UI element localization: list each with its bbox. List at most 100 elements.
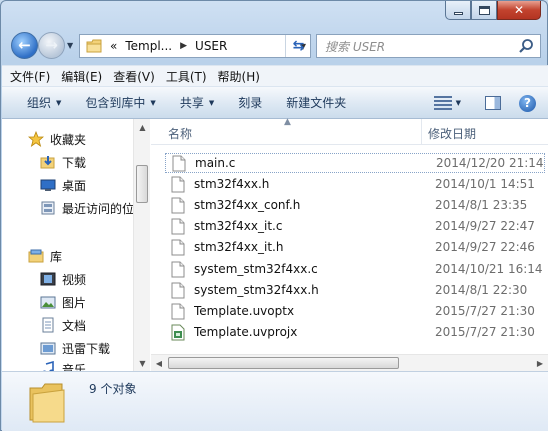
search-icon[interactable] <box>518 38 534 54</box>
minimize-icon <box>453 11 463 15</box>
sidebar-item-label: 音乐 <box>62 362 87 372</box>
file-date: 2014/12/20 21:14 <box>436 156 544 170</box>
sidebar-item-label: 下载 <box>62 155 87 170</box>
burn-button[interactable]: 刻录 <box>238 94 262 111</box>
sidebar-item-label: 视频 <box>62 272 87 287</box>
menu-help[interactable]: 帮助(H) <box>218 68 260 85</box>
file-row-stm32f4xx-it-h[interactable]: stm32f4xx_it.h 2014/9/27 22:46 <box>165 237 545 257</box>
sidebar-item-label: 迅雷下载 <box>62 341 111 356</box>
file-name: Template.uvprojx <box>194 325 298 339</box>
thunder-download-icon <box>40 342 56 355</box>
file-name: stm32f4xx.h <box>194 177 270 191</box>
item-count: 9 个对象 <box>89 382 137 396</box>
video-library-icon <box>40 272 56 286</box>
forward-button[interactable]: → <box>38 32 65 59</box>
c-file-icon <box>171 218 185 234</box>
sidebar-item-music[interactable]: 音乐 <box>40 359 86 371</box>
c-file-icon <box>171 261 185 277</box>
file-row-system-stm32f4xx-c[interactable]: system_stm32f4xx.c 2014/10/21 16:14 <box>165 259 545 279</box>
view-options-icon[interactable] <box>433 96 452 110</box>
scroll-left-icon[interactable]: ◀ <box>151 355 167 371</box>
file-row-template-uvprojx[interactable]: Template.uvprojx 2015/7/27 21:30 <box>165 322 545 342</box>
sidebar-item-desktop[interactable]: 桌面 <box>40 175 86 195</box>
recent-pages-dropdown[interactable]: ▼ <box>67 41 73 50</box>
back-button[interactable]: ← <box>11 32 38 59</box>
chevron-right-icon[interactable]: ▶ <box>180 41 187 51</box>
chevron-down-icon[interactable]: ▼ <box>456 99 461 107</box>
menu-view[interactable]: 查看(V) <box>113 68 155 85</box>
recent-places-icon <box>41 201 55 215</box>
caption-buttons: ✕ <box>445 1 541 21</box>
column-header-date[interactable]: 修改日期 <box>428 125 476 142</box>
column-divider[interactable] <box>421 119 422 145</box>
chevron-down-icon: ▼ <box>56 98 62 107</box>
file-name: system_stm32f4xx.h <box>194 283 319 297</box>
file-name: system_stm32f4xx.c <box>194 262 318 276</box>
file-row-main-c[interactable]: main.c 2014/12/20 21:14 <box>165 153 545 173</box>
file-list: ▲ 名称 修改日期 main.c 2014/12/20 21:14 stm32f… <box>151 117 548 371</box>
sidebar-item-thunder-downloads[interactable]: 迅雷下载 <box>40 338 110 358</box>
breadcrumb-overflow[interactable]: « <box>110 39 117 53</box>
command-bar: 组织 ▼ 包含到库中 ▼ 共享 ▼ 刻录 新建文件夹 ▼ ? <box>2 87 548 119</box>
sidebar-item-downloads[interactable]: 下载 <box>40 152 86 172</box>
scroll-up-icon[interactable]: ▲ <box>134 119 151 135</box>
file-date: 2015/7/27 21:30 <box>435 304 535 318</box>
menu-file[interactable]: 文件(F) <box>10 68 50 85</box>
refresh-button[interactable]: ⇆ <box>285 35 311 57</box>
preview-pane-icon[interactable] <box>485 96 501 110</box>
maximize-button[interactable] <box>471 1 497 20</box>
sidebar-item-pictures[interactable]: 图片 <box>40 292 86 312</box>
file-date: 2014/10/21 16:14 <box>435 262 543 276</box>
chevron-down-icon: ▼ <box>208 98 215 107</box>
file-name: main.c <box>195 156 236 170</box>
sidebar-item-recent-places[interactable]: 最近访问的位 <box>40 198 133 218</box>
breadcrumb-item-user[interactable]: USER <box>195 39 227 53</box>
documents-library-icon <box>42 317 54 333</box>
organize-button[interactable]: 组织 ▼ <box>27 94 61 111</box>
address-bar[interactable]: « Templ... ▶ USER ▼ <box>79 34 311 58</box>
share-label: 共享 <box>179 96 204 110</box>
file-row-system-stm32f4xx-h[interactable]: system_stm32f4xx.h 2014/8/1 22:30 <box>165 280 545 300</box>
file-date: 2015/7/27 21:30 <box>435 325 535 339</box>
breadcrumb-item-template[interactable]: Templ... <box>125 39 172 53</box>
music-library-icon <box>43 361 54 371</box>
search-box[interactable]: 搜索 USER <box>316 34 541 58</box>
menu-edit[interactable]: 编辑(E) <box>61 68 102 85</box>
sidebar-item-documents[interactable]: 文档 <box>40 315 86 335</box>
scroll-right-icon[interactable]: ▶ <box>532 355 548 371</box>
explorer-window: ✕ ← → ▼ « Templ... ▶ USER ▼ ⇆ 搜索 USER 文件… <box>0 0 548 431</box>
breadcrumb: « Templ... ▶ USER <box>110 39 227 53</box>
share-button[interactable]: 共享 ▼ <box>180 94 214 111</box>
minimize-button[interactable] <box>445 1 471 20</box>
refresh-icon: ⇆ <box>292 38 305 54</box>
include-in-library-button[interactable]: 包含到库中 ▼ <box>85 94 155 111</box>
sidebar-item-videos[interactable]: 视频 <box>40 269 86 289</box>
close-button[interactable]: ✕ <box>497 1 541 20</box>
sidebar-item-label: 图片 <box>62 295 87 310</box>
file-row-stm32f4xx-conf-h[interactable]: stm32f4xx_conf.h 2014/8/1 23:35 <box>165 195 545 215</box>
scrollbar-thumb[interactable] <box>168 357 399 369</box>
navigation-bar: ← → ▼ « Templ... ▶ USER ▼ ⇆ 搜索 USER <box>9 31 541 61</box>
menu-tools[interactable]: 工具(T) <box>166 68 207 85</box>
content-area: 收藏夹 下载 桌面 最近访问的位 库 视频 图片 文档 迅雷下载 音乐 ▲ ▼ … <box>2 117 548 371</box>
sidebar-item-favorites[interactable]: 收藏夹 <box>28 129 86 149</box>
scrollbar-thumb[interactable] <box>136 165 148 203</box>
file-row-stm32f4xx-it-c[interactable]: stm32f4xx_it.c 2014/9/27 22:47 <box>165 216 545 236</box>
file-name: stm32f4xx_conf.h <box>194 198 301 212</box>
file-row-stm32f4xx-h[interactable]: stm32f4xx.h 2014/10/1 14:51 <box>165 174 545 194</box>
pictures-library-icon <box>40 296 56 309</box>
scroll-down-icon[interactable]: ▼ <box>134 355 151 371</box>
file-row-template-uvoptx[interactable]: Template.uvoptx 2015/7/27 21:30 <box>165 301 545 321</box>
search-input[interactable]: 搜索 USER <box>325 38 385 55</box>
new-folder-button[interactable]: 新建文件夹 <box>286 94 346 111</box>
organize-label: 组织 <box>27 96 52 110</box>
help-icon[interactable]: ? <box>519 94 536 112</box>
column-header-name[interactable]: 名称 <box>168 125 192 142</box>
navigation-pane-scrollbar[interactable]: ▲ ▼ <box>133 119 150 371</box>
library-icon <box>28 249 44 263</box>
sidebar-item-libraries[interactable]: 库 <box>28 246 62 266</box>
file-name: stm32f4xx_it.h <box>194 240 284 254</box>
downloads-folder-icon <box>40 156 55 169</box>
horizontal-scrollbar[interactable]: ◀ ▶ <box>151 354 548 371</box>
arrow-right-icon: → <box>45 36 58 54</box>
